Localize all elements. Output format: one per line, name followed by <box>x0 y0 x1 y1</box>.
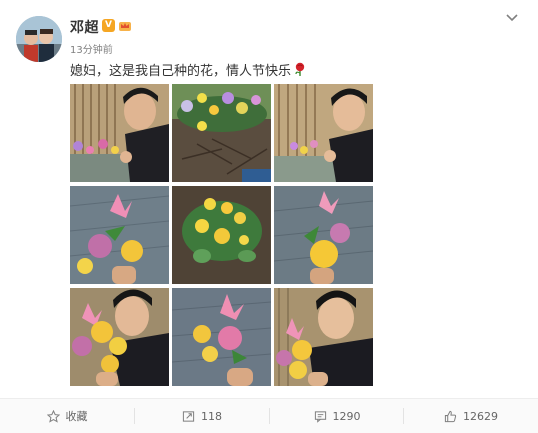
post-action-bar: 收藏 118 1290 12629 <box>0 398 538 433</box>
repost-count: 118 <box>201 409 222 423</box>
chevron-down-icon[interactable] <box>505 13 519 23</box>
favorite-label: 收藏 <box>65 410 88 423</box>
photo-bouquet-3[interactable] <box>172 288 271 386</box>
photo-selfie-fence-2[interactable] <box>274 84 373 182</box>
photo-flowerbed-2[interactable] <box>172 186 271 284</box>
photo-bouquet-1[interactable] <box>70 186 169 284</box>
repost-icon <box>182 410 195 422</box>
post-text: 媳妇，这是我自己种的花，情人节快乐 <box>70 60 307 79</box>
favorite-button[interactable]: 收藏 <box>0 399 134 433</box>
thumbs-up-icon <box>444 410 457 422</box>
post-text-content: 媳妇，这是我自己种的花，情人节快乐 <box>70 64 292 79</box>
photo-flowerbed-1[interactable] <box>172 84 271 182</box>
like-count: 12629 <box>463 409 498 423</box>
photo-grid <box>70 84 374 387</box>
avatar[interactable] <box>16 16 62 62</box>
star-icon <box>46 409 60 423</box>
comment-button[interactable]: 1290 <box>270 399 404 433</box>
post-timestamp[interactable]: 13分钟前 <box>70 41 113 56</box>
repost-button[interactable]: 118 <box>135 399 269 433</box>
photo-selfie-bouquet-2[interactable] <box>274 288 373 386</box>
author-name[interactable]: 邓超 <box>70 17 99 37</box>
weibo-post-card: 邓超 V 13分钟前 媳妇，这是我自己种的花，情人节快乐 收藏 118 1290… <box>0 0 538 433</box>
verified-badge-icon: V <box>102 19 115 32</box>
member-crown-icon <box>119 22 131 31</box>
comment-icon <box>314 410 326 423</box>
photo-selfie-fence-1[interactable] <box>70 84 169 182</box>
photo-bouquet-2[interactable] <box>274 186 373 284</box>
like-button[interactable]: 12629 <box>404 399 538 433</box>
rose-icon <box>295 62 305 76</box>
photo-selfie-bouquet-1[interactable] <box>70 288 169 386</box>
comment-count: 1290 <box>332 409 361 423</box>
